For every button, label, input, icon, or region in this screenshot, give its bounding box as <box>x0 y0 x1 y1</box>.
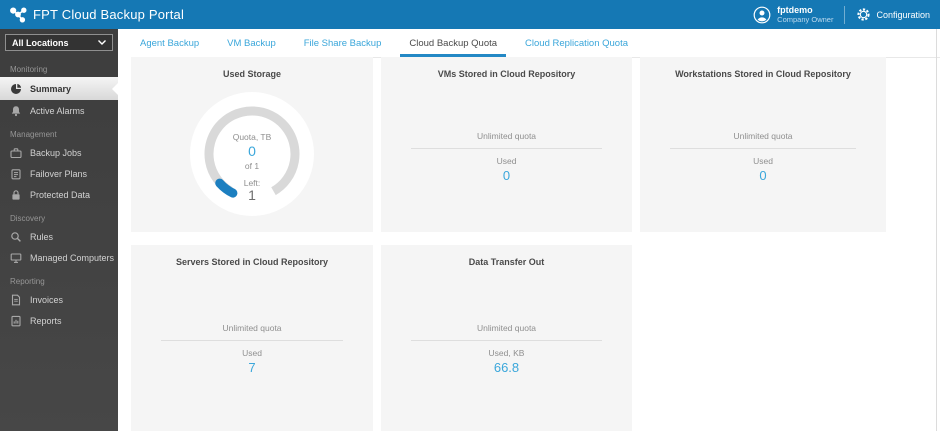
used-label: Used, KB <box>381 348 632 358</box>
card-workstations-stored: Workstations Stored in Cloud Repository … <box>640 57 886 232</box>
tab-cloud-backup-quota[interactable]: Cloud Backup Quota <box>400 31 506 57</box>
tab-bar: Agent Backup VM Backup File Share Backup… <box>131 29 940 58</box>
sidebar-item-active-alarms[interactable]: Active Alarms <box>0 100 118 121</box>
sidebar-item-summary[interactable]: Summary <box>0 77 118 100</box>
lock-icon <box>10 189 22 201</box>
configuration-button[interactable]: Configuration <box>856 7 930 22</box>
bell-icon <box>10 105 22 117</box>
scrollbar-track-line <box>936 29 937 431</box>
quota-cards-grid: Used Storage Quota, TB 0 of 1 Left: 1 VM… <box>131 57 886 431</box>
sidebar-item-label: Protected Data <box>30 190 90 200</box>
header-divider <box>844 6 845 24</box>
app-logo: FPT Cloud Backup Portal <box>10 6 184 23</box>
card-title: VMs Stored in Cloud Repository <box>381 57 632 79</box>
computer-icon <box>10 252 22 264</box>
sidebar-item-label: Rules <box>30 232 53 242</box>
sidebar-item-label: Failover Plans <box>30 169 87 179</box>
sidebar-section-monitoring: Monitoring <box>0 56 118 77</box>
sidebar-item-invoices[interactable]: Invoices <box>0 289 118 310</box>
sidebar-item-reports[interactable]: Reports <box>0 310 118 331</box>
magnifier-icon <box>10 231 22 243</box>
used-label: Used <box>381 156 632 166</box>
used-value: 0 <box>640 168 886 183</box>
sidebar-item-label: Managed Computers <box>30 253 114 263</box>
card-divider <box>670 148 856 149</box>
card-title: Data Transfer Out <box>381 245 632 267</box>
sidebar-item-label: Active Alarms <box>30 106 85 116</box>
tab-cloud-replication-quota[interactable]: Cloud Replication Quota <box>516 31 637 57</box>
card-vms-stored: VMs Stored in Cloud Repository Unlimited… <box>381 57 632 232</box>
quota-text: Unlimited quota <box>381 131 632 141</box>
molecule-logo-icon <box>10 6 27 23</box>
sidebar-item-failover-plans[interactable]: Failover Plans <box>0 163 118 184</box>
sidebar-item-rules[interactable]: Rules <box>0 226 118 247</box>
sidebar-item-protected-data[interactable]: Protected Data <box>0 184 118 205</box>
sidebar: All Locations Monitoring Summary Active … <box>0 29 118 431</box>
used-value: 66.8 <box>381 360 632 375</box>
used-label: Used <box>131 348 373 358</box>
sidebar-item-label: Summary <box>30 84 71 94</box>
card-divider <box>161 340 343 341</box>
sidebar-item-label: Reports <box>30 316 62 326</box>
used-label: Used <box>640 156 886 166</box>
sidebar-section-reporting: Reporting <box>0 268 118 289</box>
card-title: Workstations Stored in Cloud Repository <box>640 57 886 79</box>
used-value: 7 <box>131 360 373 375</box>
quota-text: Unlimited quota <box>640 131 886 141</box>
app-title: FPT Cloud Backup Portal <box>33 7 184 22</box>
clipboard-icon <box>10 168 22 180</box>
used-value: 0 <box>381 168 632 183</box>
briefcase-icon <box>10 147 22 159</box>
card-title: Used Storage <box>131 57 373 79</box>
card-divider <box>411 148 602 149</box>
gauge-quota-label: Quota, TB <box>190 132 314 142</box>
storage-gauge: Quota, TB 0 of 1 Left: 1 <box>190 92 314 216</box>
card-divider <box>411 340 602 341</box>
card-title: Servers Stored in Cloud Repository <box>131 245 373 267</box>
sidebar-item-backup-jobs[interactable]: Backup Jobs <box>0 142 118 163</box>
sidebar-section-discovery: Discovery <box>0 205 118 226</box>
user-role: Company Owner <box>777 15 833 24</box>
main-content: Agent Backup VM Backup File Share Backup… <box>118 29 940 431</box>
location-selector[interactable]: All Locations <box>5 34 113 51</box>
card-servers-stored: Servers Stored in Cloud Repository Unlim… <box>131 245 373 431</box>
gear-icon <box>856 7 871 22</box>
gauge-used-value: 0 <box>190 143 314 159</box>
tab-vm-backup[interactable]: VM Backup <box>218 31 285 57</box>
sidebar-item-managed-computers[interactable]: Managed Computers <box>0 247 118 268</box>
quota-text: Unlimited quota <box>381 323 632 333</box>
card-used-storage: Used Storage Quota, TB 0 of 1 Left: 1 <box>131 57 373 232</box>
report-icon <box>10 315 22 327</box>
gauge-of-label: of 1 <box>190 161 314 171</box>
quota-text: Unlimited quota <box>131 323 373 333</box>
location-selector-value: All Locations <box>12 38 69 48</box>
app-header: FPT Cloud Backup Portal fptdemo Company … <box>0 0 940 29</box>
invoice-icon <box>10 294 22 306</box>
configuration-label: Configuration <box>876 10 930 20</box>
user-name: fptdemo <box>777 5 833 15</box>
sidebar-item-label: Backup Jobs <box>30 148 82 158</box>
sidebar-item-label: Invoices <box>30 295 63 305</box>
chevron-down-icon <box>98 40 106 45</box>
card-data-transfer-out: Data Transfer Out Unlimited quota Used, … <box>381 245 632 431</box>
user-menu[interactable]: fptdemo Company Owner <box>753 5 833 24</box>
user-icon <box>753 6 771 24</box>
tab-file-share-backup[interactable]: File Share Backup <box>295 31 391 57</box>
pie-chart-icon <box>10 83 22 95</box>
tab-agent-backup[interactable]: Agent Backup <box>131 31 208 57</box>
gauge-left-value: 1 <box>190 187 314 203</box>
sidebar-section-management: Management <box>0 121 118 142</box>
